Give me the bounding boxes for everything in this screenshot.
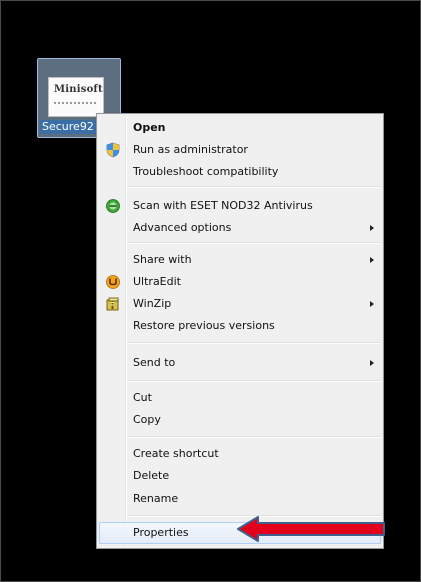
menu-item-label: Troubleshoot compatibility bbox=[133, 165, 279, 178]
ultraedit-icon bbox=[106, 275, 120, 289]
thumbnail-dotted-line bbox=[54, 102, 96, 104]
menu-item-label: Open bbox=[133, 121, 166, 134]
menu-item-troubleshoot-compatibility[interactable]: Troubleshoot compatibility bbox=[99, 161, 381, 183]
menu-item-label: Create shortcut bbox=[133, 447, 219, 460]
menu-item-ultraedit[interactable]: UltraEdit bbox=[99, 271, 381, 293]
menu-item-label: Scan with ESET NOD32 Antivirus bbox=[133, 199, 313, 212]
thumbnail-logo-text: Minisoft bbox=[54, 84, 103, 95]
menu-item-label: Cut bbox=[133, 391, 152, 404]
menu-item-cut[interactable]: Cut bbox=[99, 387, 381, 409]
menu-separator bbox=[127, 436, 381, 438]
menu-item-run-as-administrator[interactable]: Run as administrator bbox=[99, 139, 381, 161]
menu-item-label: Properties bbox=[133, 526, 189, 539]
annotation-arrow-icon bbox=[237, 516, 385, 542]
menu-item-label: Copy bbox=[133, 413, 161, 426]
file-thumbnail: Minisoft bbox=[48, 77, 104, 117]
menu-separator bbox=[127, 380, 381, 382]
menu-item-restore-previous-versions[interactable]: Restore previous versions bbox=[99, 315, 381, 337]
menu-item-share-with[interactable]: Share with bbox=[99, 249, 381, 271]
menu-item-label: WinZip bbox=[133, 297, 172, 310]
submenu-arrow-icon bbox=[370, 225, 374, 231]
menu-item-scan-with-eset[interactable]: Scan with ESET NOD32 Antivirus bbox=[99, 195, 381, 217]
context-menu: Open Run as administrator Troubleshoot c… bbox=[96, 113, 384, 549]
winzip-icon bbox=[106, 297, 119, 311]
menu-item-send-to[interactable]: Send to bbox=[99, 352, 381, 374]
menu-item-copy[interactable]: Copy bbox=[99, 409, 381, 431]
menu-item-label: UltraEdit bbox=[133, 275, 181, 288]
eset-icon bbox=[106, 199, 120, 213]
menu-item-advanced-options[interactable]: Advanced options bbox=[99, 217, 381, 239]
submenu-arrow-icon bbox=[370, 360, 374, 366]
menu-item-label: Restore previous versions bbox=[133, 319, 275, 332]
menu-item-delete[interactable]: Delete bbox=[99, 465, 381, 487]
menu-item-rename[interactable]: Rename bbox=[99, 488, 381, 510]
uac-shield-icon bbox=[106, 142, 120, 158]
menu-item-winzip[interactable]: WinZip bbox=[99, 293, 381, 315]
submenu-arrow-icon bbox=[370, 257, 374, 263]
menu-item-label: Share with bbox=[133, 253, 192, 266]
menu-item-label: Send to bbox=[133, 356, 176, 369]
menu-item-label: Run as administrator bbox=[133, 143, 248, 156]
menu-item-create-shortcut[interactable]: Create shortcut bbox=[99, 443, 381, 465]
menu-item-label: Rename bbox=[133, 492, 179, 505]
menu-separator bbox=[127, 342, 381, 344]
menu-separator bbox=[127, 242, 381, 244]
menu-item-label: Advanced options bbox=[133, 221, 232, 234]
menu-item-open[interactable]: Open bbox=[99, 117, 381, 139]
menu-item-label: Delete bbox=[133, 469, 170, 482]
submenu-arrow-icon bbox=[370, 301, 374, 307]
menu-separator bbox=[127, 186, 381, 188]
